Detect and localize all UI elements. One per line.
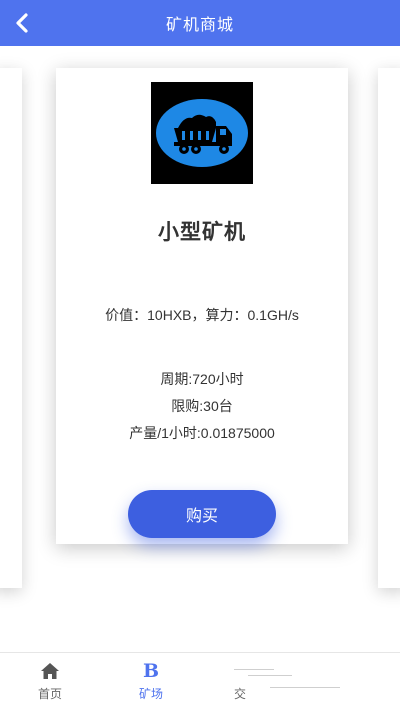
- product-purchase-limit: 限购:30台: [171, 398, 233, 414]
- tab-mining-field-label: 矿场: [138, 687, 163, 701]
- next-product-card[interactable]: [378, 68, 400, 588]
- product-carousel[interactable]: 小型矿机 价值：10HXB，算力：0.1GH/s 周期:720小时 限购:30台…: [0, 46, 400, 652]
- product-hourly-output: 产量/1小时:0.01875000: [129, 425, 275, 441]
- product-name: 小型矿机: [158, 221, 246, 244]
- b-glyph-icon: B: [142, 660, 160, 682]
- tab-exchange[interactable]: 交: [200, 653, 350, 707]
- product-card: 小型矿机 价值：10HXB，算力：0.1GH/s 周期:720小时 限购:30台…: [56, 68, 348, 544]
- product-image: [151, 82, 253, 184]
- page-title: 矿机商城: [165, 17, 234, 34]
- dump-truck-icon: [156, 99, 248, 167]
- product-value-hashrate: 价值：10HXB，算力：0.1GH/s: [105, 307, 299, 323]
- bottom-tab-bar: 首页 B 矿场 交: [0, 652, 400, 707]
- prev-product-card[interactable]: [0, 68, 22, 588]
- top-bar: 矿机商城: [0, 0, 400, 46]
- tab-home-label: 首页: [37, 687, 62, 701]
- chevron-left-icon: [16, 13, 28, 33]
- product-period: 周期:720小时: [160, 371, 244, 387]
- tab-exchange-label: 交: [233, 687, 246, 701]
- buy-button[interactable]: 购买: [128, 490, 276, 538]
- home-icon: [38, 661, 62, 681]
- tab-home[interactable]: 首页: [10, 653, 90, 707]
- back-button[interactable]: [6, 7, 38, 39]
- tab-mining-field[interactable]: B 矿场: [111, 653, 191, 707]
